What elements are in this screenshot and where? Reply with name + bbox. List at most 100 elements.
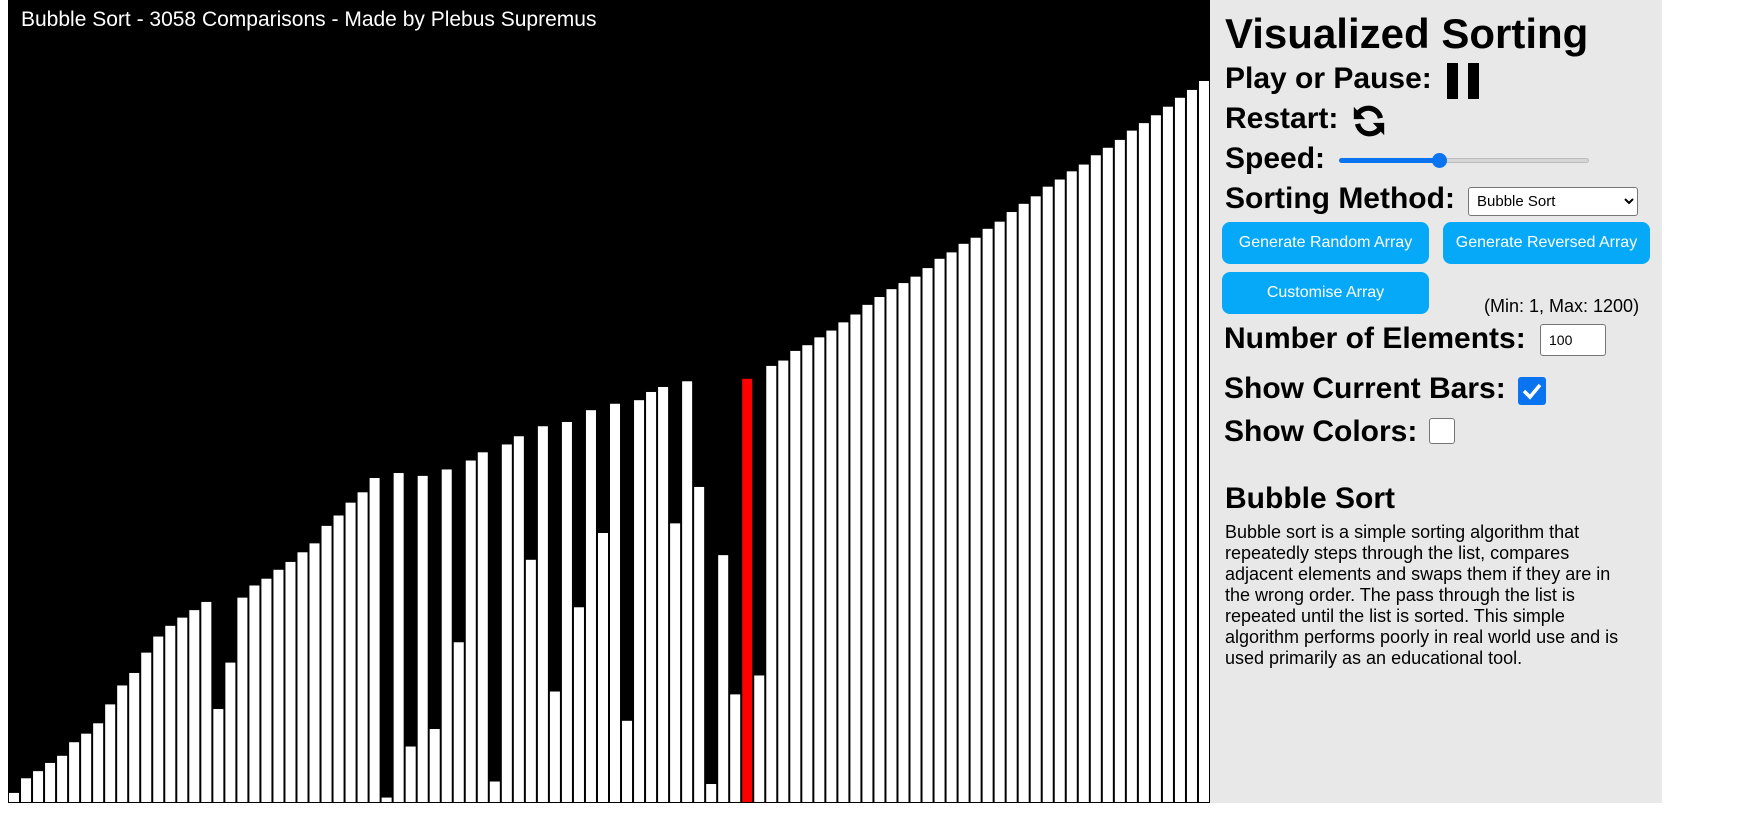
bar: [512, 435, 525, 803]
bar: [284, 560, 297, 803]
bar: [789, 349, 802, 803]
bar: [464, 459, 477, 803]
bar: [248, 584, 261, 803]
bar: [56, 754, 69, 803]
bar: [957, 242, 970, 803]
bar: [669, 522, 682, 803]
bar: [825, 329, 838, 803]
panel-title: Visualized Sorting: [1225, 10, 1589, 57]
bar: [308, 542, 321, 803]
speed-label: Speed:: [1225, 142, 1326, 175]
bar: [176, 616, 189, 803]
play-pause-label: Play or Pause:: [1225, 62, 1432, 95]
generate-random-array-button[interactable]: Generate Random Array: [1222, 222, 1429, 264]
customise-array-button[interactable]: Customise Array: [1222, 272, 1429, 314]
bar: [837, 321, 850, 803]
bar: [933, 257, 946, 803]
bar: [104, 703, 117, 803]
show-colors-checkbox[interactable]: [1429, 418, 1455, 444]
bar: [128, 671, 141, 803]
bar: [1053, 178, 1066, 803]
bar: [1005, 211, 1018, 803]
bar: [1125, 129, 1138, 803]
sorting-method-select[interactable]: Bubble Sort: [1468, 187, 1638, 216]
bar: [428, 728, 441, 803]
min-max-hint: (Min: 1, Max: 1200): [1484, 296, 1640, 316]
bar: [777, 359, 790, 803]
bar: [224, 661, 237, 803]
sorting-canvas: Bubble Sort - 3058 Comparisons - Made by…: [8, 0, 1210, 803]
speed-slider[interactable]: [1339, 150, 1589, 170]
bar: [392, 472, 405, 803]
bar: [633, 399, 646, 803]
bar: [8, 791, 21, 803]
bar: [729, 693, 742, 803]
bar: [1101, 146, 1114, 803]
bar: [416, 474, 429, 803]
bar: [476, 451, 489, 803]
bar: [584, 409, 597, 803]
bar: [801, 344, 814, 803]
bar: [1065, 170, 1078, 803]
bar: [981, 227, 994, 803]
bar: [1113, 138, 1126, 803]
bar: [897, 282, 910, 803]
bar: [657, 385, 670, 803]
bar: [1149, 114, 1162, 803]
bar: [164, 624, 177, 803]
bar: [536, 425, 549, 803]
bar: [152, 635, 165, 803]
bar: [272, 568, 285, 803]
bar: [452, 641, 465, 803]
show-current-bars-label: Show Current Bars:: [1224, 372, 1506, 405]
bar: [921, 267, 934, 803]
bar: [560, 420, 573, 803]
refresh-icon[interactable]: [1350, 102, 1388, 140]
bar-current: [741, 377, 754, 803]
bar: [320, 524, 333, 803]
status-title: Bubble Sort - 3058 Comparisons - Made by…: [21, 8, 597, 31]
bar: [488, 780, 501, 803]
bar: [80, 732, 93, 803]
checkmark-icon: [1522, 383, 1542, 400]
speed-thumb[interactable]: [1432, 153, 1447, 168]
bar: [681, 380, 694, 803]
bar: [909, 275, 922, 803]
algorithm-title: Bubble Sort: [1225, 482, 1395, 515]
control-panel: Visualized Sorting Play or Pause: Restar…: [1210, 0, 1662, 803]
bar: [873, 296, 886, 803]
bar: [380, 796, 393, 803]
bar: [885, 288, 898, 803]
bar: [116, 684, 129, 803]
bar: [621, 719, 634, 803]
bar: [969, 236, 982, 803]
bar: [849, 313, 862, 803]
bar: [188, 609, 201, 803]
bar: [1137, 122, 1150, 803]
bar: [1017, 202, 1030, 803]
show-colors-label: Show Colors:: [1224, 415, 1418, 448]
bar: [344, 501, 357, 803]
pause-icon[interactable]: [1447, 63, 1479, 99]
bar: [861, 303, 874, 803]
generate-reversed-array-button[interactable]: Generate Reversed Array: [1443, 222, 1650, 264]
bar: [236, 596, 249, 803]
bar: [212, 708, 225, 803]
show-current-bars-checkbox[interactable]: [1518, 377, 1546, 405]
bar: [609, 402, 622, 803]
bar: [20, 777, 33, 803]
bar: [753, 674, 766, 803]
bars-chart: [8, 80, 1210, 803]
bar: [32, 770, 45, 803]
bar: [1089, 154, 1102, 803]
bar: [765, 364, 778, 803]
bar: [368, 477, 381, 803]
bar: [200, 600, 213, 803]
bar: [717, 554, 730, 803]
bar: [440, 468, 453, 803]
bar: [705, 783, 718, 803]
number-of-elements-label: Number of Elements:: [1224, 322, 1526, 355]
bar: [1173, 96, 1186, 803]
bar: [260, 577, 273, 803]
number-of-elements-input[interactable]: [1540, 324, 1606, 356]
